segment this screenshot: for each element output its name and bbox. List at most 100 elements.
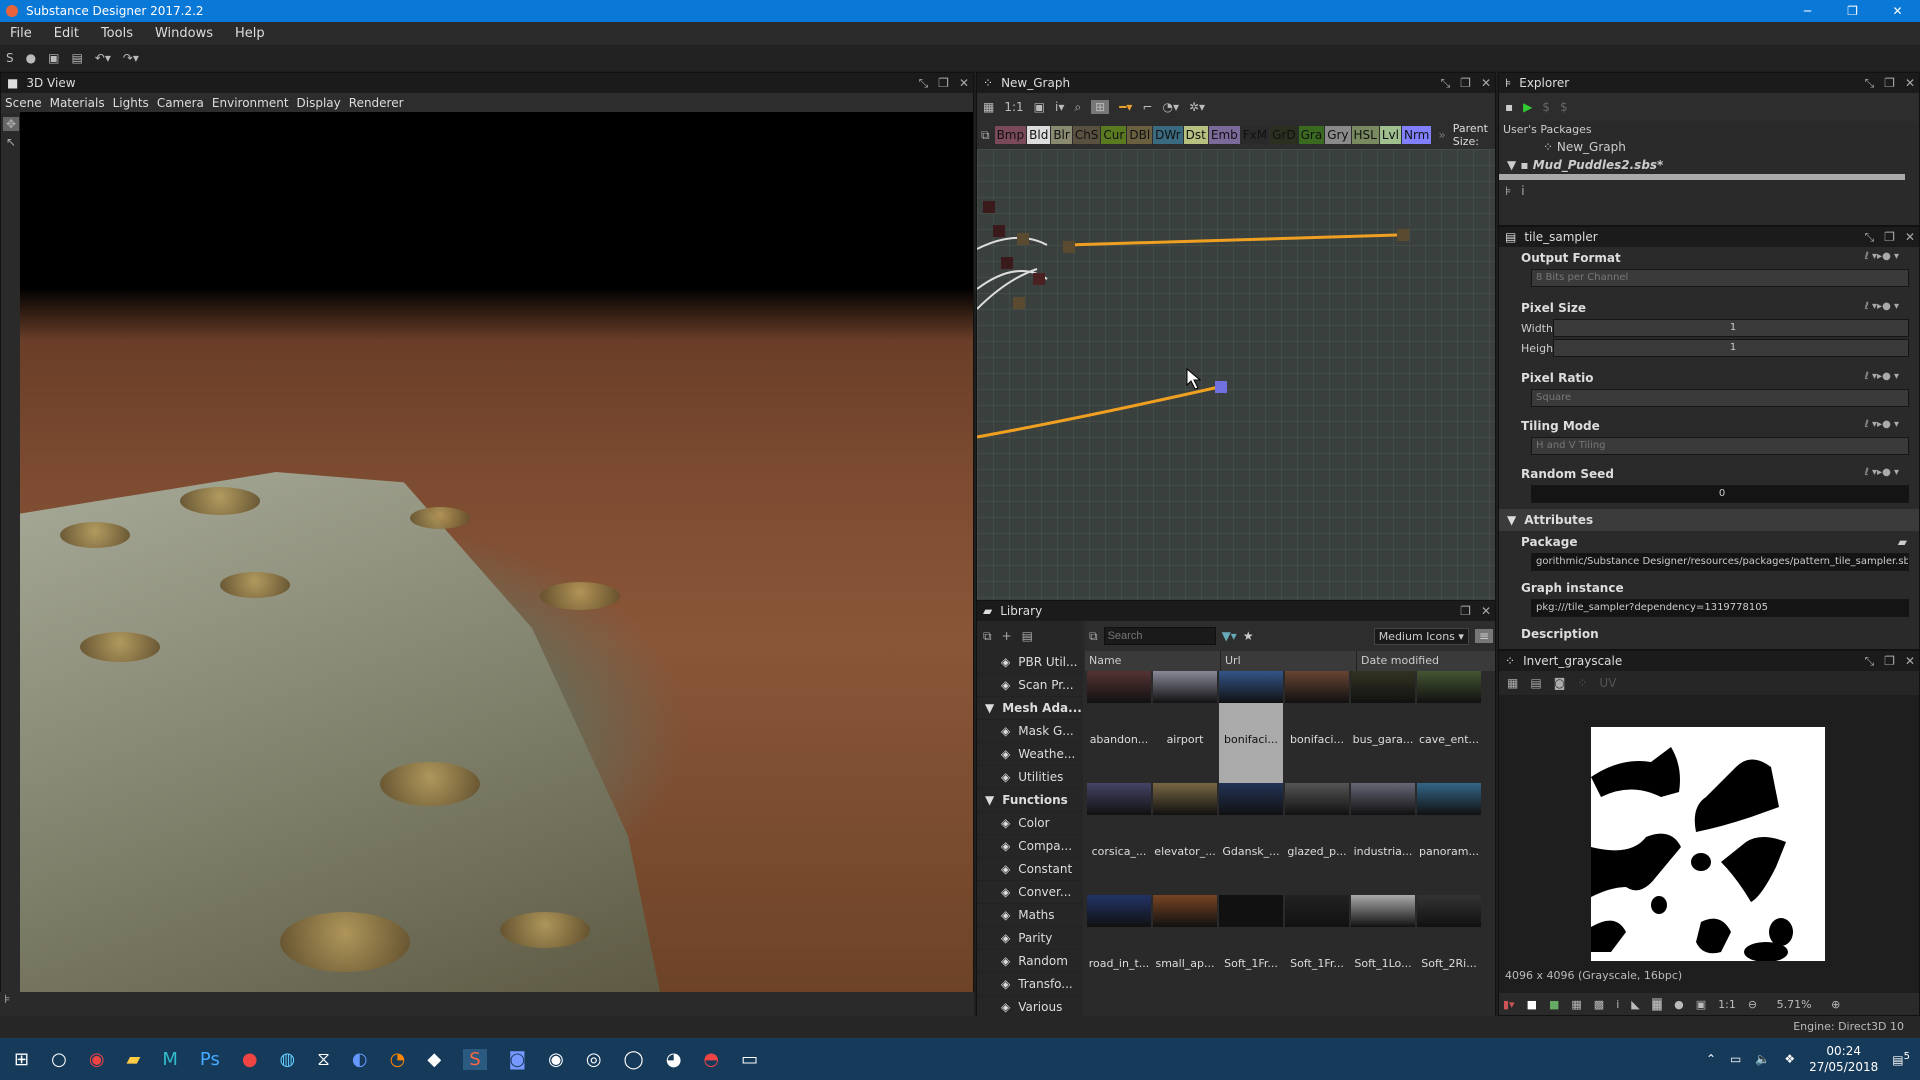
app-icon[interactable]: ◓ [703,1049,719,1070]
link-style-icon[interactable]: ━▾ [1119,100,1132,114]
edit-icon[interactable]: ▤ [1022,629,1033,643]
steam-icon[interactable]: ◕ [666,1049,682,1070]
app-icon[interactable]: ◉ [548,1049,564,1070]
node-category-hsl[interactable]: HSL [1351,126,1379,144]
open-folder-icon[interactable]: ▰ [1898,535,1907,549]
library-item[interactable]: Gdansk_... [1219,783,1283,895]
export-icon[interactable]: ▤ [1530,676,1541,690]
library-item[interactable]: glazed_p... [1285,783,1349,895]
external-icon[interactable]: ⧉ [981,128,990,143]
library-tree-item[interactable]: ◈ Utilities [977,766,1083,789]
network-icon[interactable]: ▭ [1730,1052,1741,1066]
param-options-icon[interactable]: ℓ ▾▸● ▾ [1865,301,1899,312]
color-wheel-icon[interactable]: ● [1674,998,1684,1011]
3d-viewport[interactable] [20,112,973,992]
settings-icon[interactable]: ✲▾ [1189,100,1205,114]
more-categories-icon[interactable]: » [1438,128,1445,142]
library-tree-item[interactable]: ◈ Mask G... [977,720,1083,743]
channels-icon[interactable]: ▦ [1507,676,1518,690]
float-icon[interactable]: ❐ [1884,651,1895,671]
node-category-fxm[interactable]: FxM [1240,126,1270,144]
zoom-out-icon[interactable]: ⊖ [1748,998,1757,1011]
connector-icon[interactable]: ⌐ [1142,100,1152,114]
gradient-icon[interactable]: ■ [1549,998,1559,1011]
float-icon[interactable]: ❐ [1460,601,1471,621]
explorer-item-package[interactable]: ▼ ▪ Mud_Puddles2.sbs* [1499,156,1919,174]
close-icon[interactable]: ✕ [1905,651,1915,671]
timer-icon[interactable]: ◔▾ [1162,100,1179,114]
node-category-dbl[interactable]: DBl [1127,126,1153,144]
menu-renderer[interactable]: Renderer [349,96,404,110]
save-icon[interactable]: ▤ [71,51,82,65]
library-item[interactable]: abandon... [1087,671,1151,783]
library-item[interactable]: cave_ent... [1417,671,1481,783]
close-button[interactable]: ✕ [1875,0,1920,22]
publish-all-icon[interactable]: $ [1560,100,1568,114]
library-tree-item[interactable]: ◈ Conver... [977,881,1083,904]
float-icon[interactable]: ❐ [1884,227,1895,247]
param-options-icon[interactable]: ℓ ▾▸● ▾ [1865,251,1899,262]
library-item[interactable]: bonifaci... [1285,671,1349,783]
open-icon[interactable]: ● [26,51,36,65]
random-seed-slider[interactable]: 0 [1531,485,1909,503]
node-category-emb[interactable]: Emb [1208,126,1240,144]
close-icon[interactable]: ✕ [959,73,969,93]
parent-size-button[interactable]: Parent Size: [1453,122,1495,148]
app-icon[interactable]: ◐ [352,1049,368,1070]
float-icon[interactable]: ❐ [1460,73,1471,93]
column-date-modified[interactable]: Date modified [1357,651,1439,671]
maya-icon[interactable]: M [162,1049,178,1070]
param-options-icon[interactable]: ℓ ▾▸● ▾ [1865,419,1899,430]
undo-icon[interactable]: ↶▾ [95,51,111,65]
maximize-button[interactable]: ❐ [1830,0,1875,22]
library-item[interactable]: elevator_... [1153,783,1217,895]
tree-icon[interactable]: ⊧ [4,992,10,1006]
library-tree-item[interactable]: ◈ Scan Pr... [977,674,1083,697]
library-tree-item[interactable]: ◈ Compa... [977,835,1083,858]
param-options-icon[interactable]: ℓ ▾▸● ▾ [1865,371,1899,382]
menu-display[interactable]: Display [297,96,341,110]
menu-lights[interactable]: Lights [113,96,149,110]
library-tree-item[interactable]: ▼ Functions [977,789,1083,812]
library-tree-item[interactable]: ◈ Maths [977,904,1083,927]
tree-view-icon[interactable]: ⊧ [1505,184,1511,198]
menu-environment[interactable]: Environment [212,96,289,110]
library-tree-item[interactable]: ◈ Weathe... [977,743,1083,766]
menu-windows[interactable]: Windows [155,26,213,41]
node-category-blr[interactable]: Blr [1051,126,1072,144]
node-category-nrm[interactable]: Nrm [1401,126,1432,144]
info-icon[interactable]: i [1616,998,1619,1011]
fit-icon[interactable]: ▣ [1696,998,1706,1011]
info-icon[interactable]: i▾ [1055,100,1064,114]
column-name[interactable]: Name [1085,651,1221,671]
menu-camera[interactable]: Camera [157,96,204,110]
app-icon[interactable]: ● [242,1049,258,1070]
histogram-icon[interactable]: ◣ [1631,998,1639,1011]
info-icon[interactable]: i [1521,184,1524,198]
save-icon[interactable]: ▪ [1505,100,1513,114]
list-view-icon[interactable]: ≡ [1474,629,1493,643]
zoom-in-icon[interactable]: ⊕ [1831,998,1840,1011]
package-path-field[interactable]: gorithmic/Substance Designer/resources/p… [1531,553,1909,571]
texture-preview[interactable] [1591,727,1825,961]
graph-instance-field[interactable]: pkg:///tile_sampler?dependency=131977810… [1531,599,1909,617]
library-item[interactable]: bus_gara... [1351,671,1415,783]
close-icon[interactable]: ✕ [1905,227,1915,247]
library-item[interactable]: bonifaci... [1219,671,1283,783]
light-tool-icon[interactable]: ↖ [3,135,19,149]
library-item[interactable]: Soft_2Ri... [1417,895,1481,1007]
node-category-gry[interactable]: Gry [1325,126,1351,144]
collapse-arrow-icon[interactable]: ▼ [1507,513,1516,527]
add-folder-icon[interactable]: ⧉ [983,629,992,644]
grid-icon[interactable]: ▦ [1571,998,1581,1011]
graph-canvas[interactable] [977,149,1495,627]
column-url[interactable]: Url [1221,651,1357,671]
file-explorer-icon[interactable]: ▰ [127,1049,141,1070]
app-icon[interactable]: ▭ [741,1049,758,1070]
close-icon[interactable]: ✕ [1481,73,1491,93]
tiling-icon[interactable]: ⁘ [1577,676,1587,690]
library-tree-item[interactable]: ◈ Transfo... [977,973,1083,996]
view-mode-select[interactable]: Medium Icons ▾ [1373,627,1469,645]
zoom-1-1-button[interactable]: 1:1 [1004,100,1023,114]
notifications-icon[interactable]: ▤5 [1892,1051,1910,1067]
